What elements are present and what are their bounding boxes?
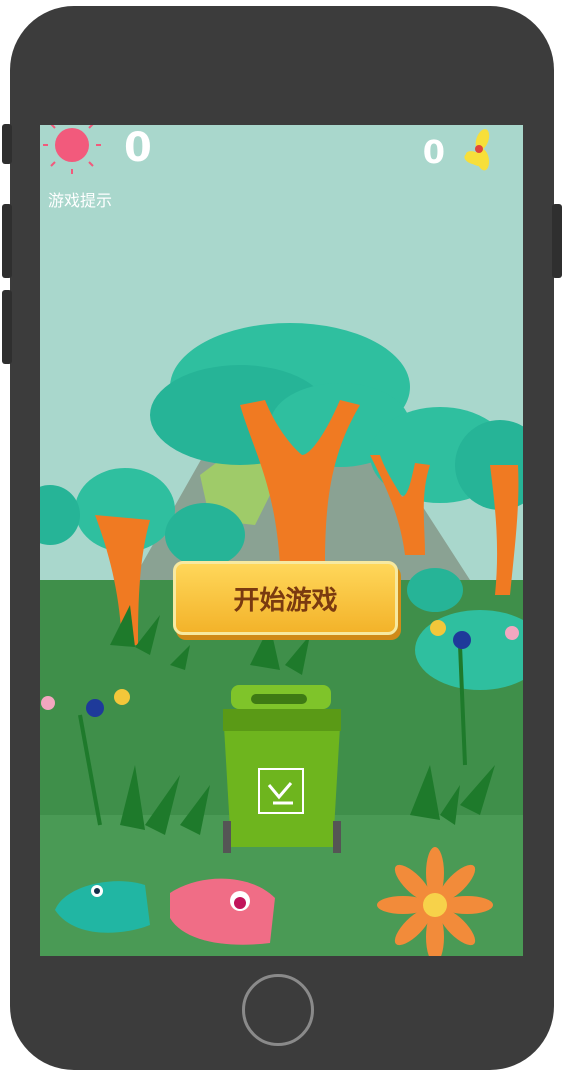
mute-switch	[2, 124, 12, 164]
start-game-label: 开始游戏	[233, 585, 338, 616]
volume-up-button	[2, 204, 12, 278]
forest-background	[40, 125, 523, 956]
game-hint-link[interactable]: 游戏提示	[48, 187, 112, 211]
start-game-button[interactable]: 开始游戏	[173, 561, 398, 635]
power-button	[552, 204, 562, 278]
score-value: 0	[124, 125, 152, 171]
game-screen: 0 0 游戏提示 开始游戏	[40, 125, 523, 956]
green-trash-bin	[223, 685, 341, 853]
collected-count: 0	[422, 133, 445, 171]
volume-down-button	[2, 290, 12, 364]
home-button[interactable]	[242, 974, 314, 1046]
